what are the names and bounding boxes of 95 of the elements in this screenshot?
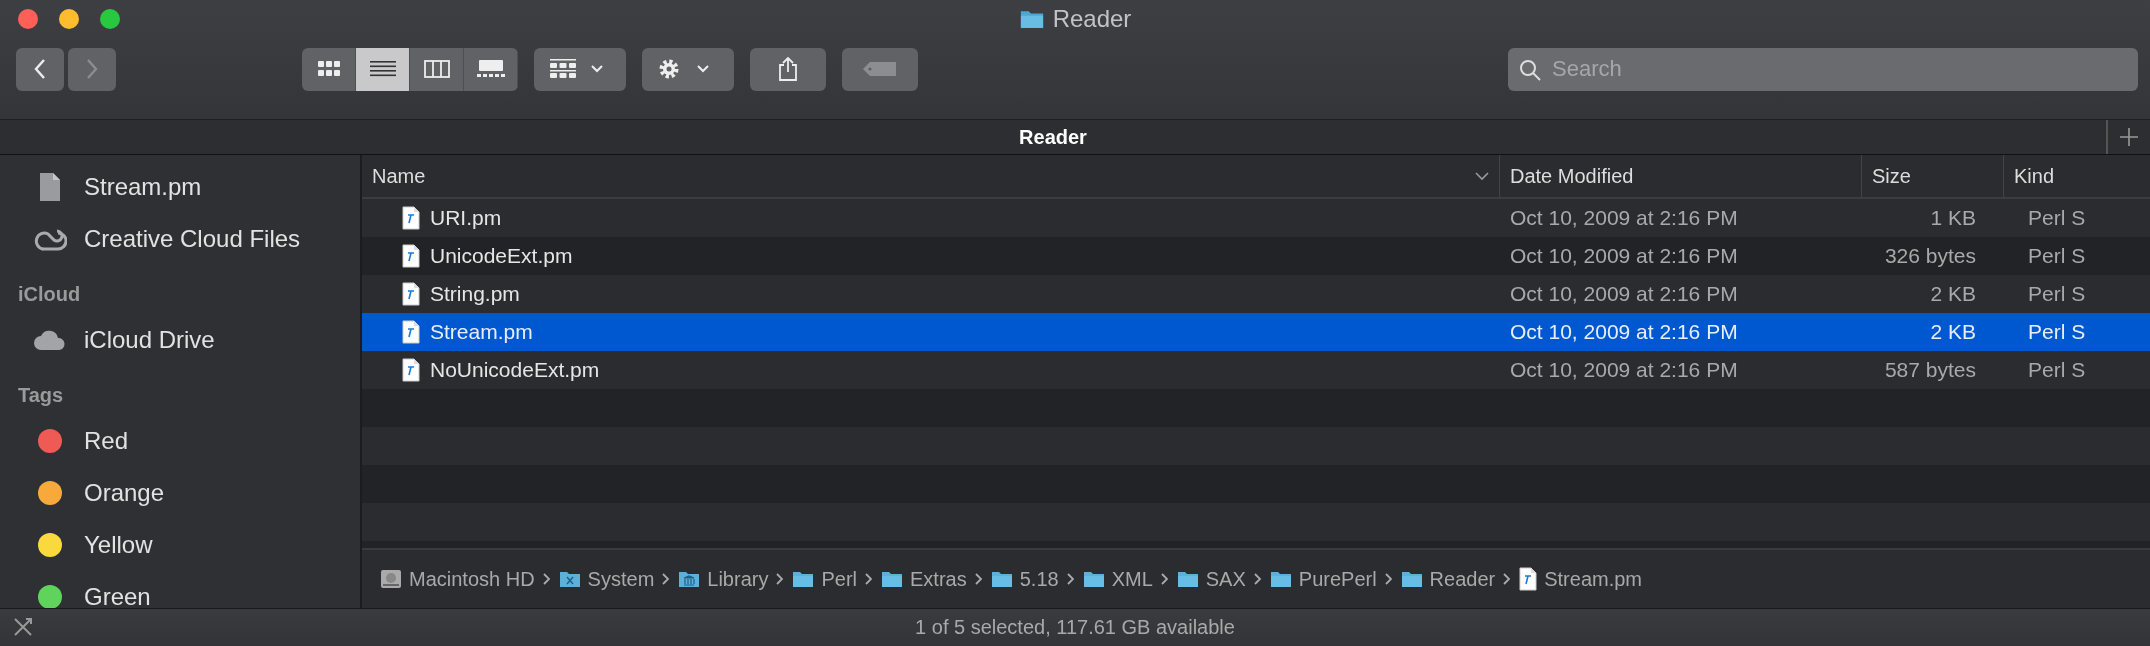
- chevron-icon: [662, 573, 671, 585]
- folder-icon: [1018, 9, 1045, 29]
- list-icon: [369, 61, 396, 77]
- file-kind: Perl S: [2028, 358, 2086, 382]
- document-icon: [39, 172, 61, 202]
- file-name: UnicodeExt.pm: [430, 244, 573, 268]
- path-item[interactable]: Macintosh HD: [380, 567, 535, 591]
- path-item[interactable]: System: [558, 567, 655, 591]
- sidebar-item[interactable]: Stream.pm: [0, 161, 360, 213]
- path-item[interactable]: Reader: [1400, 567, 1496, 591]
- search-field[interactable]: Search: [1508, 47, 2138, 91]
- folder-icon: [678, 570, 701, 588]
- file-size: 326 bytes: [1884, 244, 1976, 268]
- sidebar-section-header: iCloud: [17, 282, 82, 307]
- view-mode-button[interactable]: [356, 47, 410, 91]
- folder-icon: [1082, 570, 1105, 588]
- file-kind: Perl S: [2028, 206, 2086, 230]
- folder-icon: [881, 570, 903, 588]
- zoom-button[interactable]: [100, 9, 120, 29]
- window-title: Reader: [1052, 5, 1132, 33]
- sidebar-section-header: Tags: [17, 383, 65, 408]
- file-row[interactable]: Stream.pm Oct 10, 2009 at 2:16 PM 2 KB Perl S: [362, 313, 2150, 351]
- grid-icon: [317, 61, 340, 77]
- column-header[interactable]: Name: [362, 155, 1500, 197]
- path-item[interactable]: Stream.pm: [1519, 567, 1643, 591]
- chevron-right-icon: [85, 58, 99, 80]
- date-modified: Oct 10, 2009 at 2:16 PM: [1510, 320, 1738, 344]
- chevron-icon: [1253, 573, 1262, 585]
- gallery-icon: [476, 60, 505, 78]
- chevron-icon: [1066, 573, 1075, 585]
- share-button[interactable]: [750, 47, 826, 91]
- sidebar-item[interactable]: Red: [0, 415, 360, 467]
- perl-file-icon: [402, 282, 420, 306]
- group-button[interactable]: [534, 47, 626, 91]
- date-modified: Oct 10, 2009 at 2:16 PM: [1510, 282, 1738, 306]
- folder-icon: [990, 570, 1013, 588]
- chevron-icon: [542, 573, 551, 585]
- perl-file-icon: [402, 320, 420, 344]
- path-item[interactable]: SAX: [1176, 567, 1246, 591]
- file-size: 587 bytes: [1884, 358, 1976, 382]
- file-kind: Perl S: [2028, 320, 2086, 344]
- chevron-icon: [776, 573, 785, 585]
- date-modified: Oct 10, 2009 at 2:16 PM: [1510, 206, 1738, 230]
- add-tab-icon[interactable]: [2119, 127, 2139, 147]
- path-item[interactable]: XML: [1082, 567, 1153, 591]
- chevron-icon: [974, 573, 983, 585]
- share-icon: [778, 56, 798, 82]
- path-item[interactable]: PurePerl: [1269, 567, 1377, 591]
- sidebar-item[interactable]: Creative Cloud Files: [0, 213, 360, 265]
- chevron-left-icon: [33, 58, 47, 80]
- file-name: URI.pm: [430, 206, 502, 230]
- columns-icon: [423, 60, 450, 78]
- tag-icon: [862, 61, 898, 77]
- minimize-button[interactable]: [59, 9, 79, 29]
- status-text: 1 of 5 selected, 117.61 GB available: [915, 616, 1235, 639]
- file-icon: [1519, 567, 1538, 591]
- date-modified: Oct 10, 2009 at 2:16 PM: [1510, 244, 1738, 268]
- perl-file-icon: [402, 244, 420, 268]
- column-header[interactable]: Size: [1862, 155, 2004, 197]
- file-size: 1 KB: [1930, 206, 1976, 230]
- sidebar-item[interactable]: iCloud Drive: [0, 314, 360, 366]
- sidebar-item[interactable]: Green: [0, 571, 360, 608]
- path-item[interactable]: Perl: [792, 567, 857, 591]
- folder-icon: [1176, 570, 1199, 588]
- file-name: Stream.pm: [430, 320, 533, 344]
- file-kind: Perl S: [2028, 282, 2086, 306]
- date-modified: Oct 10, 2009 at 2:16 PM: [1510, 358, 1738, 382]
- folder-icon: [1269, 570, 1292, 588]
- folder-icon: [558, 570, 581, 588]
- column-header[interactable]: Date Modified: [1500, 155, 1862, 197]
- path-item[interactable]: Extras: [881, 567, 967, 591]
- back-button[interactable]: [16, 47, 64, 91]
- chevron-icon: [1503, 573, 1512, 585]
- file-name: NoUnicodeExt.pm: [430, 358, 600, 382]
- path-item[interactable]: Library: [678, 567, 769, 591]
- folder-icon: [792, 570, 815, 588]
- path-item[interactable]: 5.18: [990, 567, 1059, 591]
- file-size: 2 KB: [1930, 282, 1976, 306]
- folder-icon: [1400, 570, 1423, 588]
- perl-file-icon: [402, 358, 420, 382]
- close-button[interactable]: [18, 9, 38, 29]
- chevron-icon: [1160, 573, 1169, 585]
- file-row[interactable]: UnicodeExt.pm Oct 10, 2009 at 2:16 PM 326 bytes Perl S: [362, 237, 2150, 275]
- column-header[interactable]: Kind: [2004, 155, 2150, 197]
- chevron-icon: [1384, 573, 1393, 585]
- chevron-icon: [865, 573, 873, 585]
- file-size: 2 KB: [1930, 320, 1976, 344]
- action-button[interactable]: [642, 47, 734, 91]
- tag-button[interactable]: [842, 47, 918, 91]
- sidebar-item[interactable]: Orange: [0, 467, 360, 519]
- perl-file-icon: [402, 206, 420, 230]
- sidebar-item[interactable]: Yellow: [0, 519, 360, 571]
- file-name: String.pm: [430, 282, 520, 306]
- cloud-icon: [33, 329, 67, 351]
- file-kind: Perl S: [2028, 244, 2086, 268]
